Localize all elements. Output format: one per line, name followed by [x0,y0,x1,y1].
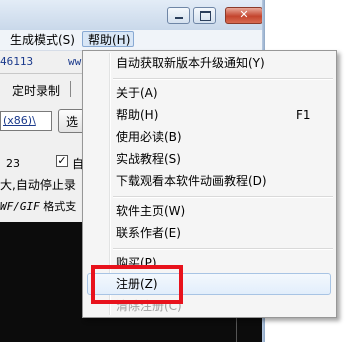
format-suffix: 格式支 [39,200,77,213]
format-prefix: WF/GIF [0,200,40,213]
menu-item-label: 联系作者(E) [116,226,181,240]
menu-item-tutorial[interactable]: 实战教程(S) [116,149,181,169]
menu-item-help[interactable]: 帮助(H) F1 [116,105,311,125]
menu-item-about[interactable]: 关于(A) [116,83,158,103]
close-icon: ✕ [239,8,249,21]
menu-item-download-tutorial[interactable]: 下载观看本软件动画教程(D) [116,171,267,191]
count-value: 23 [6,157,20,170]
menu-item-label: 下载观看本软件动画教程(D) [116,174,267,188]
menu-item-homepage[interactable]: 软件主页(W) [116,201,185,221]
format-text: WF/GIF 格式支 [0,198,76,214]
menu-item-label: 使用必读(B) [116,130,182,144]
menu-item-label: 关于(A) [116,86,158,100]
maximize-button[interactable] [193,7,216,24]
menu-help[interactable]: 帮助(H) [82,31,134,47]
menu-item-label: 实战教程(S) [116,152,181,166]
menu-item-contact[interactable]: 联系作者(E) [116,223,181,243]
menu-bar: 生成模式(S) 帮助(H) [0,30,265,51]
menu-separator [113,196,333,198]
minimize-icon [175,17,183,19]
menu-generate-mode[interactable]: 生成模式(S) [10,32,75,48]
menu-separator [113,78,333,80]
menu-item-label: 帮助(H) [116,108,159,122]
menu-item-must-read[interactable]: 使用必读(B) [116,127,182,147]
menu-item-label: 自动获取新版本升级通知(Y) [116,56,265,70]
path-field[interactable]: (x86)\ [0,111,52,131]
annotation-highlight-box [91,265,183,304]
title-bar: ✕ [0,0,265,30]
minimize-button[interactable] [167,7,190,24]
close-button[interactable]: ✕ [225,7,263,24]
menu-item-shortcut: F1 [296,108,311,122]
url-link[interactable]: ww [68,55,81,68]
menu-separator [113,248,333,250]
menu-item-auto-update[interactable]: 自动获取新版本升级通知(Y) [116,53,265,73]
maximize-icon [200,11,211,21]
menu-item-label: 软件主页(W) [116,204,186,218]
tab-next[interactable] [70,81,79,97]
auto-checkbox[interactable]: ✓ [56,155,68,167]
tab-scheduled-recording[interactable]: 定时录制 [8,81,64,100]
number-text: 46113 [0,55,34,68]
auto-stop-text: 大,自动停止录 [0,178,76,192]
